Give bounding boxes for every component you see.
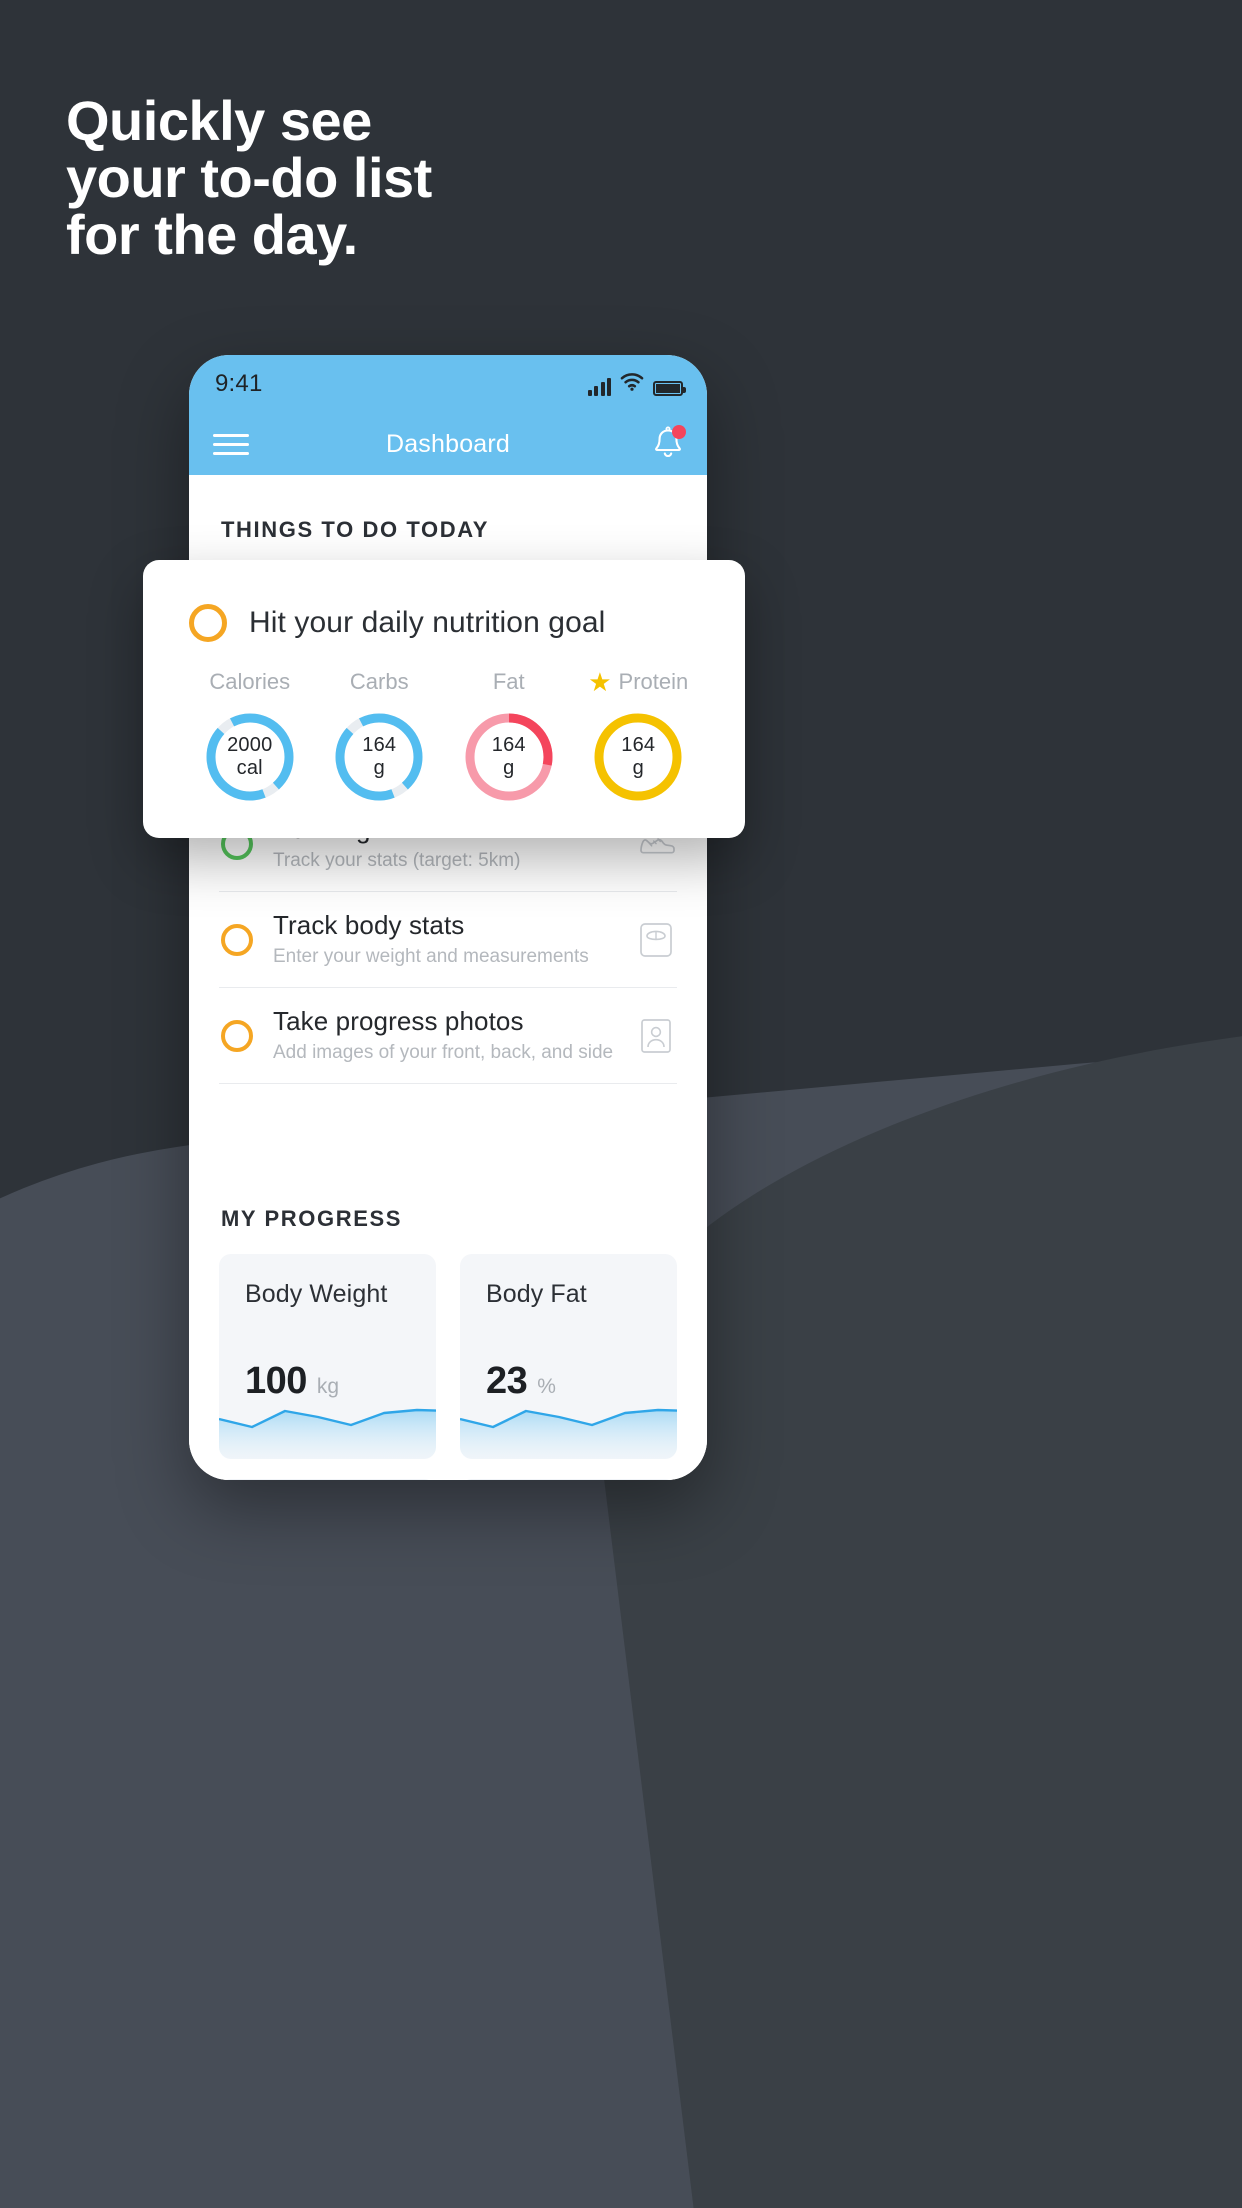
progress-card-unit: % [537, 1375, 556, 1399]
macro-ring-text: 164 g [591, 710, 685, 804]
macro-ring-fat: 164 g [462, 710, 556, 804]
progress-card-grid: Body Weight 100 kg Body Fat 23 % [189, 1232, 707, 1460]
macro-label-row: Carbs [315, 666, 445, 698]
progress-card-title: Body Weight [245, 1280, 388, 1309]
macro-unit: g [373, 757, 385, 779]
nutrition-card-header: Hit your daily nutrition goal [177, 604, 711, 642]
screenshot-stage: Quickly see your to-do list for the day.… [0, 0, 1242, 2208]
star-icon: ★ [588, 667, 612, 697]
macro-ring-carbs: 164 g [332, 710, 426, 804]
my-progress-section-label: MY PROGRESS [221, 1206, 403, 1232]
wifi-icon [620, 372, 644, 396]
status-time: 9:41 [215, 370, 263, 397]
battery-icon [653, 380, 686, 396]
macro-value: 164 [621, 734, 656, 756]
todo-checkbox-ring[interactable] [221, 1019, 253, 1052]
macro-fat[interactable]: Fat 164 g [444, 666, 574, 804]
things-to-do-section-label: THINGS TO DO TODAY [221, 517, 489, 542]
progress-card-partial-right[interactable] [460, 1479, 677, 1480]
todo-item-progress-photos[interactable]: Take progress photos Add images of your … [219, 988, 677, 1085]
page-title: Dashboard [385, 429, 511, 458]
progress-card-body-weight[interactable]: Body Weight 100 kg [219, 1254, 436, 1460]
macro-value: 164 [362, 734, 397, 756]
progress-card-body-fat[interactable]: Body Fat 23 % [460, 1254, 677, 1460]
macro-protein[interactable]: ★ Protein 164 g [574, 666, 704, 804]
macro-label-row: Fat [444, 666, 574, 698]
notification-badge-dot [672, 425, 686, 439]
todo-checkbox-ring[interactable] [221, 923, 253, 956]
notifications-button[interactable] [651, 425, 686, 463]
body-weight-sparkline [219, 1409, 436, 1460]
todo-title: Track body stats [273, 910, 465, 941]
macro-unit: g [632, 757, 644, 779]
progress-card-value-row: 23 % [486, 1360, 556, 1403]
macro-ring-text: 2000 cal [203, 710, 297, 804]
headline-line-1: Quickly see [66, 89, 372, 152]
todo-item-track-body-stats[interactable]: Track body stats Enter your weight and m… [219, 892, 677, 989]
macro-label: Carbs [349, 669, 409, 694]
progress-card-value: 100 [245, 1360, 307, 1403]
nutrition-card-title: Hit your daily nutrition goal [249, 606, 606, 639]
nutrition-goal-card[interactable]: Hit your daily nutrition goal Calories 2… [143, 560, 745, 838]
progress-card-value-row: 100 kg [245, 1360, 339, 1403]
macro-calories[interactable]: Calories 2000 cal [185, 666, 315, 804]
todo-subtitle: Add images of your front, back, and side [273, 1041, 614, 1063]
phone-mockup: 9:41 Dashboard THINGS TO DO TODAY Track … [189, 355, 707, 1480]
macro-label-row: ★ Protein [574, 666, 704, 698]
macro-value: 2000 [227, 734, 273, 756]
macro-label: Calories [209, 669, 291, 694]
todo-text-block: Take progress photos Add images of your … [273, 1005, 615, 1066]
macro-ring-row: Calories 2000 cal Carbs 164 g Fat 164 g … [177, 642, 711, 804]
person-photo-icon [635, 1015, 677, 1057]
macro-label: Protein [618, 669, 689, 694]
progress-card-title: Body Fat [486, 1280, 587, 1309]
macro-carbs[interactable]: Carbs 164 g [315, 666, 445, 804]
promo-headline: Quickly see your to-do list for the day. [66, 92, 886, 263]
headline-line-3: for the day. [66, 203, 358, 267]
todo-title: Take progress photos [273, 1006, 524, 1037]
macro-unit: cal [236, 757, 263, 779]
todo-subtitle: Track your stats (target: 5km) [273, 849, 521, 871]
macro-label: Fat [492, 669, 525, 694]
macro-label-row: Calories [185, 666, 315, 698]
progress-card-partial-left[interactable] [219, 1479, 436, 1480]
macro-ring-calories: 2000 cal [203, 710, 297, 804]
macro-unit: g [503, 757, 515, 779]
weight-scale-icon [635, 919, 677, 961]
nutrition-checkbox-ring[interactable] [189, 604, 227, 642]
status-bar: 9:41 [189, 355, 707, 413]
signal-bars-icon [587, 377, 611, 396]
app-bar: Dashboard [189, 413, 707, 475]
progress-card-value: 23 [486, 1360, 528, 1403]
macro-ring-text: 164 g [462, 710, 556, 804]
body-fat-sparkline [460, 1409, 677, 1460]
todo-list: Running Track your stats (target: 5km) T… [189, 795, 707, 1085]
macro-value: 164 [491, 734, 526, 756]
status-icons [587, 372, 686, 396]
todo-text-block: Track body stats Enter your weight and m… [273, 909, 615, 970]
macro-ring-protein: 164 g [591, 710, 685, 804]
todo-subtitle: Enter your weight and measurements [273, 945, 589, 967]
progress-card-grid-row-2 [189, 1459, 707, 1480]
macro-ring-text: 164 g [332, 710, 426, 804]
headline-line-2: your to-do list [66, 146, 432, 210]
progress-card-unit: kg [316, 1375, 340, 1399]
